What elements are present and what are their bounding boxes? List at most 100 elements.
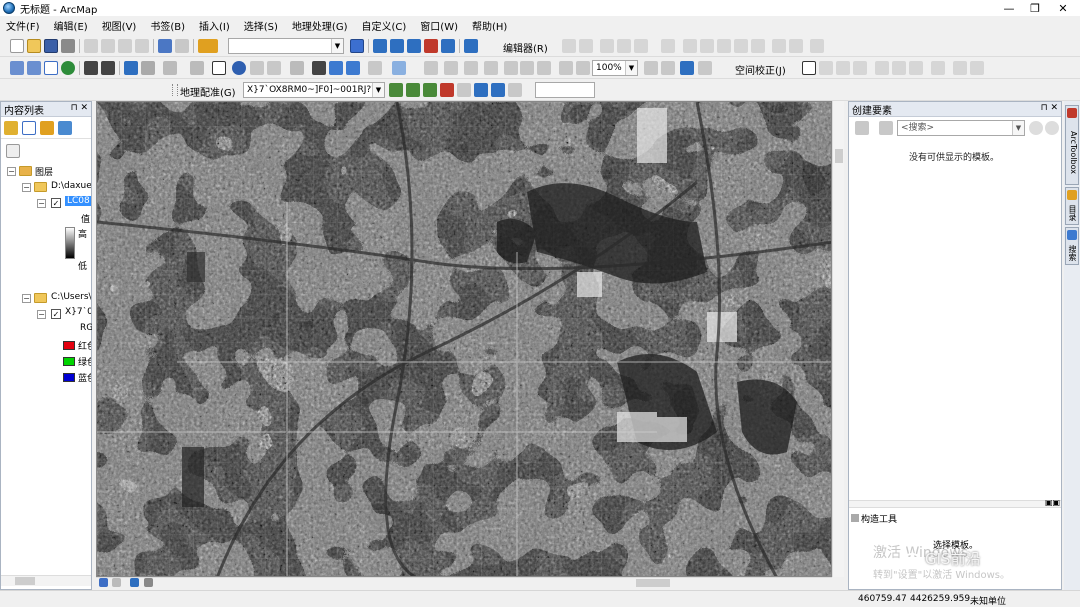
change-layout-icon[interactable] <box>680 61 694 75</box>
layout-tool-1-icon[interactable] <box>424 61 438 75</box>
modify-link-icon[interactable] <box>836 61 850 75</box>
filter-templates-icon[interactable] <box>879 121 893 135</box>
catalog-tab[interactable]: 目录 <box>1065 187 1079 225</box>
cut-icon[interactable] <box>84 39 98 53</box>
scale-georef-icon[interactable] <box>423 83 437 97</box>
edit-vertices-icon[interactable] <box>661 39 675 53</box>
search-tab[interactable]: 搜索 <box>1065 227 1079 265</box>
toc-options-icon[interactable] <box>6 144 20 158</box>
shift-georef-icon[interactable] <box>406 83 420 97</box>
undo-icon[interactable] <box>158 39 172 53</box>
window-icon[interactable] <box>373 39 387 53</box>
viewer-icon[interactable] <box>491 83 505 97</box>
zoom-in-icon[interactable] <box>10 61 24 75</box>
layer2-visibility-checkbox[interactable]: ✓ <box>51 309 61 319</box>
attributes-icon[interactable] <box>751 39 765 53</box>
paste-icon[interactable] <box>118 39 132 53</box>
print-icon[interactable] <box>61 39 75 53</box>
new-document-icon[interactable] <box>10 39 24 53</box>
template-search-input[interactable]: <搜索> ▼ <box>897 120 1025 136</box>
straight-segment-icon[interactable] <box>600 39 614 53</box>
toc-horizontal-scrollbar[interactable] <box>1 575 91 586</box>
cut-polygons-icon[interactable] <box>700 39 714 53</box>
pan-icon[interactable] <box>44 61 58 75</box>
menu-view[interactable]: 视图(V) <box>102 18 137 33</box>
layout-tool-3-icon[interactable] <box>464 61 478 75</box>
organize-templates-icon[interactable] <box>855 121 869 135</box>
editor-options-icon[interactable] <box>810 39 824 53</box>
new-displacement-link-icon[interactable] <box>819 61 833 75</box>
menu-edit[interactable]: 编辑(E) <box>54 18 88 33</box>
menu-selection[interactable]: 选择(S) <box>244 18 278 33</box>
toc-pin-close-icon[interactable]: ⊓ ✕ <box>71 103 88 113</box>
layout-tool-5-icon[interactable] <box>504 61 518 75</box>
view-link-table-georef-icon[interactable] <box>474 83 488 97</box>
magnifier-refresh-icon[interactable] <box>508 83 522 97</box>
layout-tool-7-icon[interactable] <box>537 61 551 75</box>
list-by-drawing-order-icon[interactable] <box>4 121 18 135</box>
model-builder-icon[interactable] <box>464 39 478 53</box>
splitter-buttons-icon[interactable]: ▣▣ <box>1045 498 1060 507</box>
zoom-out-icon[interactable] <box>27 61 41 75</box>
view-link-table-icon[interactable] <box>875 61 889 75</box>
forward-extent-icon[interactable] <box>141 61 155 75</box>
attribute-transfer-icon[interactable] <box>909 61 923 75</box>
focus-data-frame-icon[interactable] <box>661 61 675 75</box>
pause-drawing-icon[interactable] <box>144 578 153 587</box>
multiple-displacement-icon[interactable] <box>853 61 867 75</box>
create-features-pin-close-icon[interactable]: ⊓ ✕ <box>1041 103 1058 113</box>
go-to-xy-icon[interactable] <box>346 61 360 75</box>
adjust-icon[interactable] <box>970 61 984 75</box>
select-elements-icon[interactable] <box>212 61 226 75</box>
layout-tool-2-icon[interactable] <box>444 61 458 75</box>
menu-bookmarks[interactable]: 书签(B) <box>150 18 185 33</box>
add-data-icon[interactable] <box>198 39 218 53</box>
menu-file[interactable]: 文件(F) <box>6 18 40 33</box>
limited-adjustment-icon[interactable] <box>931 61 945 75</box>
map-horizontal-scrollbar[interactable] <box>96 577 832 588</box>
redo-icon[interactable] <box>175 39 189 53</box>
sketch-properties-icon[interactable] <box>772 39 786 53</box>
reshape-icon[interactable] <box>683 39 697 53</box>
collapse-layers-icon[interactable]: − <box>7 167 16 176</box>
rotate-georef-icon[interactable] <box>389 83 403 97</box>
edit-annotation-icon[interactable] <box>579 39 593 53</box>
edge-match-icon[interactable] <box>892 61 906 75</box>
fixed-zoom-in-icon[interactable] <box>84 61 98 75</box>
menu-geoprocessing[interactable]: 地理处理(G) <box>292 18 348 33</box>
add-control-points-icon[interactable] <box>440 83 454 97</box>
catalog-icon[interactable] <box>390 39 404 53</box>
search-icon[interactable] <box>1029 121 1043 135</box>
trace-icon[interactable] <box>634 39 648 53</box>
map-scale-combo[interactable]: ▼ <box>228 38 344 54</box>
layout-tool-8-icon[interactable] <box>559 61 573 75</box>
identify-icon[interactable] <box>232 61 246 75</box>
search-window-icon[interactable] <box>407 39 421 53</box>
back-extent-icon[interactable] <box>124 61 138 75</box>
delete-icon[interactable] <box>135 39 149 53</box>
refresh-view-icon[interactable] <box>130 578 139 587</box>
find-icon[interactable] <box>312 61 326 75</box>
close-icon[interactable]: ✕ <box>1046 0 1080 16</box>
find-route-icon[interactable] <box>329 61 343 75</box>
hyperlink-icon[interactable] <box>250 61 264 75</box>
arctoolbox-tab[interactable]: ArcToolbox <box>1065 105 1079 185</box>
save-icon[interactable] <box>44 39 58 53</box>
menu-windows[interactable]: 窗口(W) <box>420 18 458 33</box>
clear-selection-icon[interactable] <box>190 61 204 75</box>
open-folder-icon[interactable] <box>27 39 41 53</box>
editor-menu[interactable]: 编辑器(R) <box>503 40 548 55</box>
measure-icon[interactable] <box>290 61 304 75</box>
menu-customize[interactable]: 自定义(C) <box>362 18 407 33</box>
select-features-icon[interactable] <box>163 61 177 75</box>
toc-root-label[interactable]: 图层 <box>35 165 53 178</box>
create-viewer-icon[interactable] <box>392 61 406 75</box>
zoom-percent-combo[interactable]: 100% ▼ <box>592 60 638 76</box>
python-window-icon[interactable] <box>441 39 455 53</box>
copy-icon[interactable] <box>101 39 115 53</box>
create-features-icon[interactable] <box>789 39 803 53</box>
collapse-layer2-icon[interactable]: − <box>37 310 46 319</box>
html-popup-icon[interactable] <box>267 61 281 75</box>
end-point-icon[interactable] <box>617 39 631 53</box>
layout-view-icon[interactable] <box>112 578 121 587</box>
